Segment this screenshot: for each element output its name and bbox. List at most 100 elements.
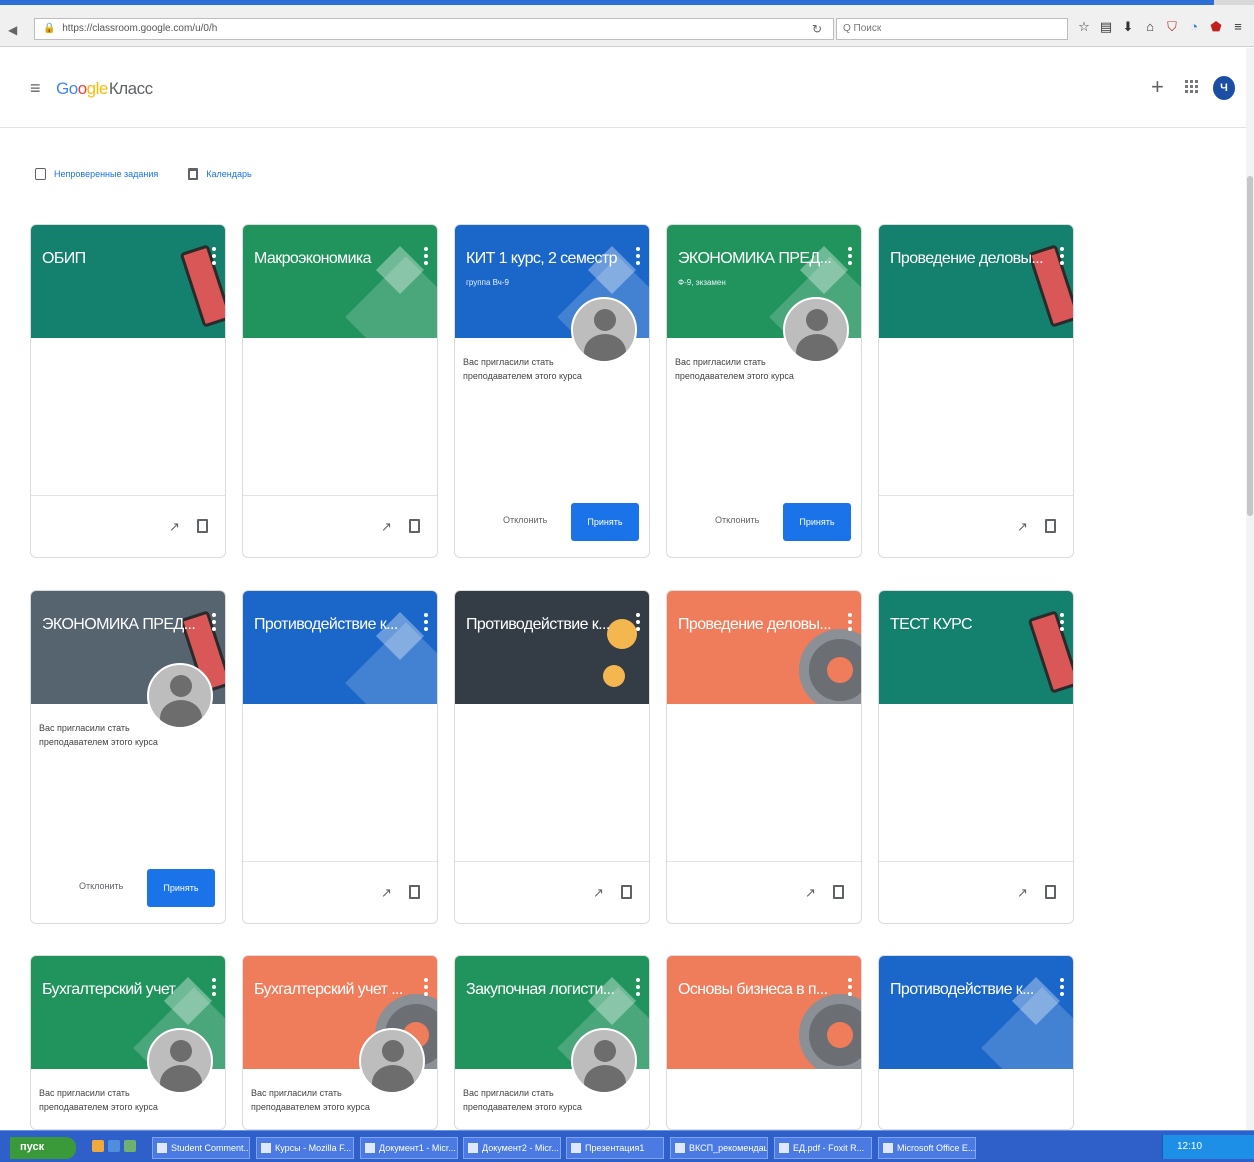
menu-icon[interactable]: ≡ <box>1230 19 1246 37</box>
course-card-header[interactable]: Противодействие к... <box>879 956 1073 1069</box>
course-card-header[interactable]: Проведение деловы... <box>667 591 861 704</box>
taskbar-window-button[interactable]: Документ2 - Micr... <box>463 1137 561 1159</box>
more-options-icon[interactable] <box>424 247 428 265</box>
decline-button[interactable]: Отклонить <box>715 515 759 525</box>
course-title[interactable]: ТЕСТ КУРС <box>890 616 1050 634</box>
trending-icon[interactable]: ↗ <box>169 519 180 535</box>
course-title[interactable]: Противодействие к... <box>466 616 626 634</box>
quicklaunch-firefox-icon[interactable] <box>92 1140 104 1152</box>
more-options-icon[interactable] <box>636 978 640 996</box>
course-card[interactable]: Противодействие к... ↗ <box>242 590 438 924</box>
more-options-icon[interactable] <box>424 613 428 631</box>
course-card-header[interactable]: ТЕСТ КУРС <box>879 591 1073 704</box>
download-icon[interactable]: ⬇ <box>1120 19 1136 37</box>
folder-icon[interactable] <box>197 519 208 533</box>
trending-icon[interactable]: ↗ <box>805 885 816 901</box>
folder-icon[interactable] <box>1045 885 1056 899</box>
course-title[interactable]: Бухгалтерский учет ... <box>254 981 414 999</box>
course-card[interactable]: ЭКОНОМИКА ПРЕД... Вас пригласили стать пр… <box>30 590 226 924</box>
course-card[interactable]: ТЕСТ КУРС ↗ <box>878 590 1074 924</box>
course-card[interactable]: Основы бизнеса в п... <box>666 955 862 1130</box>
course-title[interactable]: Противодействие к... <box>254 616 414 634</box>
course-title[interactable]: Макроэкономика <box>254 250 414 268</box>
course-title[interactable]: ЭКОНОМИКА ПРЕД... <box>42 616 202 634</box>
apps-grid-icon[interactable] <box>1185 80 1198 93</box>
unverified-tasks-link[interactable]: Непроверенные задания <box>54 169 158 179</box>
trending-icon[interactable]: ↗ <box>1017 519 1028 535</box>
browser-search-field[interactable]: Q Поиск <box>836 18 1068 40</box>
home-icon[interactable]: ⌂ <box>1142 19 1158 37</box>
course-card-header[interactable]: ОБИП <box>31 225 225 338</box>
calendar-link[interactable]: Календарь <box>206 169 251 179</box>
trending-icon[interactable]: ↗ <box>1017 885 1028 901</box>
account-avatar[interactable]: Ч <box>1213 76 1235 100</box>
more-options-icon[interactable] <box>1060 978 1064 996</box>
more-options-icon[interactable] <box>636 247 640 265</box>
taskbar-window-button[interactable]: Microsoft Office E... <box>878 1137 976 1159</box>
course-card[interactable]: КИТ 1 курс, 2 семестр группа Вч-9 Вас приг… <box>454 224 650 558</box>
course-card-header[interactable]: Макроэкономика <box>243 225 437 338</box>
star-icon[interactable]: ☆ <box>1076 19 1092 37</box>
taskbar-window-button[interactable]: Документ1 - Micr... <box>360 1137 458 1159</box>
course-card-header[interactable]: Проведение деловы... <box>879 225 1073 338</box>
sync-icon[interactable]: ◔ <box>1186 19 1202 37</box>
hamburger-menu-icon[interactable]: ≡ <box>30 78 41 99</box>
course-card-header[interactable]: Противодействие к... <box>243 591 437 704</box>
more-options-icon[interactable] <box>424 978 428 996</box>
more-options-icon[interactable] <box>212 978 216 996</box>
accept-button[interactable]: Принять <box>571 503 639 541</box>
course-card[interactable]: ЭКОНОМИКА ПРЕД... Ф-9, экзамен Вас приглас… <box>666 224 862 558</box>
more-options-icon[interactable] <box>848 247 852 265</box>
more-options-icon[interactable] <box>1060 247 1064 265</box>
folder-icon[interactable] <box>833 885 844 899</box>
taskbar-window-button[interactable]: Student Comment... <box>152 1137 250 1159</box>
course-title[interactable]: Проведение деловы... <box>678 616 838 634</box>
course-card[interactable]: ОБИП ↗ <box>30 224 226 558</box>
decline-button[interactable]: Отклонить <box>79 881 123 891</box>
more-options-icon[interactable] <box>636 613 640 631</box>
google-classroom-logo[interactable]: GoogleКласс <box>56 79 153 99</box>
more-options-icon[interactable] <box>848 978 852 996</box>
taskbar-window-button[interactable]: ЕД.pdf - Foxit R... <box>774 1137 872 1159</box>
more-options-icon[interactable] <box>848 613 852 631</box>
course-card[interactable]: Макроэкономика ↗ <box>242 224 438 558</box>
more-options-icon[interactable] <box>212 247 216 265</box>
folder-icon[interactable] <box>409 519 420 533</box>
quicklaunch-desktop-icon[interactable] <box>124 1140 136 1152</box>
accept-button[interactable]: Принять <box>147 869 215 907</box>
folder-icon[interactable] <box>621 885 632 899</box>
decline-button[interactable]: Отклонить <box>503 515 547 525</box>
bookmark-icon[interactable]: ▤ <box>1098 19 1114 37</box>
trending-icon[interactable]: ↗ <box>593 885 604 901</box>
course-card[interactable]: Проведение деловы... ↗ <box>878 224 1074 558</box>
scroll-thumb[interactable] <box>1247 176 1253 516</box>
course-card-header[interactable]: Основы бизнеса в п... <box>667 956 861 1069</box>
start-button[interactable]: пуск <box>10 1137 76 1159</box>
taskbar-window-button[interactable]: ВКСП_рекомендации <box>670 1137 768 1159</box>
course-title[interactable]: Бухгалтерский учет <box>42 981 202 999</box>
accept-button[interactable]: Принять <box>783 503 851 541</box>
course-title[interactable]: Противодействие к... <box>890 981 1050 999</box>
extension-icon[interactable]: ⬟ <box>1208 19 1224 37</box>
create-plus-icon[interactable]: + <box>1151 74 1164 100</box>
taskbar-window-button[interactable]: Презентация1 <box>566 1137 664 1159</box>
course-title[interactable]: КИТ 1 курс, 2 семестр <box>466 250 626 268</box>
course-card[interactable]: Бухгалтерский учет Вас пригласили стать п… <box>30 955 226 1130</box>
taskbar-window-button[interactable]: Курсы - Mozilla F... <box>256 1137 354 1159</box>
trending-icon[interactable]: ↗ <box>381 885 392 901</box>
course-card[interactable]: Бухгалтерский учет ... Вас пригласили ста… <box>242 955 438 1130</box>
quicklaunch-ie-icon[interactable] <box>108 1140 120 1152</box>
reload-icon[interactable]: ↻ <box>812 22 822 36</box>
back-icon[interactable]: ◀ <box>8 23 17 37</box>
trending-icon[interactable]: ↗ <box>381 519 392 535</box>
course-card[interactable]: Закупочная логисти... Вас пригласили стат… <box>454 955 650 1130</box>
folder-icon[interactable] <box>1045 519 1056 533</box>
course-title[interactable]: Основы бизнеса в п... <box>678 981 838 999</box>
course-title[interactable]: Закупочная логисти... <box>466 981 626 999</box>
course-title[interactable]: ЭКОНОМИКА ПРЕД... <box>678 250 838 268</box>
more-options-icon[interactable] <box>1060 613 1064 631</box>
folder-icon[interactable] <box>409 885 420 899</box>
course-card[interactable]: Проведение деловы... ↗ <box>666 590 862 924</box>
page-scrollbar[interactable] <box>1246 48 1254 1130</box>
shield-icon[interactable]: ⛉ <box>1164 19 1180 37</box>
